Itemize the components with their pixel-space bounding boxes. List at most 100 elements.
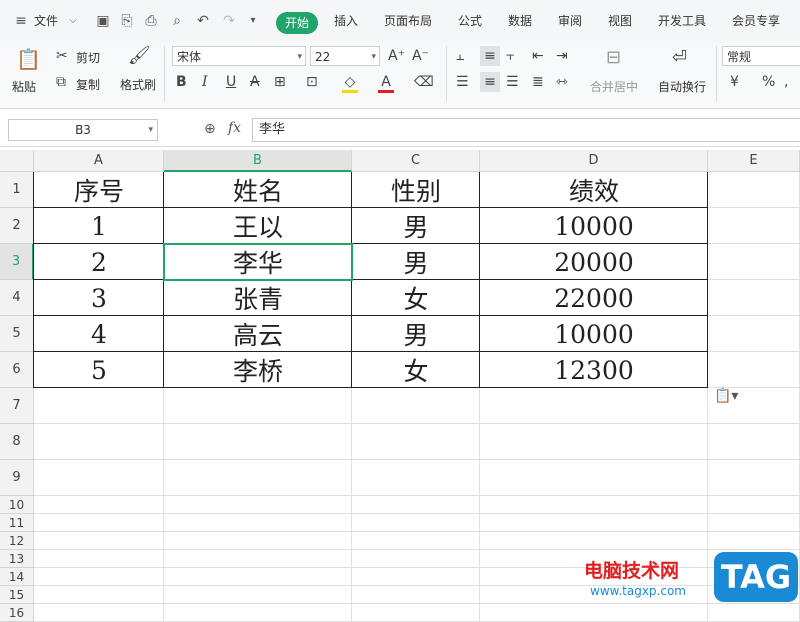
table-cell[interactable]: 女 — [352, 352, 480, 388]
table-cell[interactable]: 10000 — [480, 316, 708, 352]
table-cell[interactable]: 10000 — [480, 208, 708, 244]
underline-icon[interactable]: U — [226, 74, 236, 90]
increase-font-icon[interactable]: A⁺ — [388, 48, 405, 64]
align-center-icon[interactable]: ≡ — [480, 72, 500, 92]
table-cell[interactable]: 姓名 — [164, 172, 352, 208]
merge-center-icon[interactable]: ⊟ — [606, 49, 621, 67]
cut-button[interactable]: 剪切 — [76, 49, 100, 66]
row-header[interactable]: 1 — [0, 172, 34, 208]
scissors-icon[interactable]: ✂ — [56, 48, 68, 64]
row-header[interactable]: 3 — [0, 244, 34, 280]
column-header[interactable]: A — [34, 150, 164, 172]
tab-insert[interactable]: 插入 — [334, 12, 358, 29]
row-header[interactable]: 7 — [0, 388, 34, 424]
table-cell[interactable]: 男 — [352, 316, 480, 352]
wrap-text-icon[interactable]: ⏎ — [672, 49, 687, 67]
row-header[interactable]: 2 — [0, 208, 34, 244]
column-header[interactable]: E — [708, 150, 800, 172]
row-header[interactable]: 6 — [0, 352, 34, 388]
row-header[interactable]: 14 — [0, 568, 34, 586]
tab-member[interactable]: 会员专享 — [732, 12, 780, 29]
table-cell[interactable]: 20000 — [480, 244, 708, 280]
tab-view[interactable]: 视图 — [608, 12, 632, 29]
table-cell[interactable]: 2 — [34, 244, 164, 280]
tab-formulas[interactable]: 公式 — [458, 12, 482, 29]
decrease-font-icon[interactable]: A⁻ — [412, 48, 429, 64]
column-header[interactable]: C — [352, 150, 480, 172]
currency-button[interactable]: ¥ — [730, 74, 739, 90]
row-header[interactable]: 5 — [0, 316, 34, 352]
row-header[interactable]: 4 — [0, 280, 34, 316]
table-cell[interactable]: 4 — [34, 316, 164, 352]
tab-review[interactable]: 审阅 — [558, 12, 582, 29]
column-header[interactable]: D — [480, 150, 708, 172]
strikethrough-icon[interactable]: A — [250, 74, 260, 90]
italic-icon[interactable]: I — [202, 74, 208, 90]
fx-button[interactable]: fx — [228, 120, 241, 136]
print-preview-icon[interactable]: ⌕ — [170, 14, 184, 28]
font-size-select[interactable]: 22 ▾ — [310, 46, 380, 66]
table-cell[interactable]: 绩效 — [480, 172, 708, 208]
align-top-icon[interactable]: ⫠ — [456, 48, 464, 64]
align-bottom-icon[interactable]: ⫟ — [506, 48, 514, 64]
merge-center-button[interactable]: 合并居中 — [590, 78, 638, 95]
row-header[interactable]: 8 — [0, 424, 34, 460]
justify-icon[interactable]: ≣ — [532, 74, 544, 90]
align-middle-icon[interactable]: ≡ — [480, 46, 500, 66]
tab-developer[interactable]: 开发工具 — [658, 12, 706, 29]
row-header[interactable]: 12 — [0, 532, 34, 550]
decrease-indent-icon[interactable]: ⇤ — [532, 48, 544, 64]
redo-icon[interactable]: ↷ — [222, 14, 236, 28]
font-color-icon[interactable]: A — [378, 74, 394, 93]
zoom-icon[interactable]: ⊕ — [204, 121, 216, 137]
font-name-select[interactable]: 宋体 ▾ — [172, 46, 306, 66]
tab-home[interactable]: 开始 — [276, 12, 318, 34]
table-cell[interactable]: 王以 — [164, 208, 352, 244]
export-pdf-icon[interactable]: ⎘ — [120, 14, 134, 28]
formula-input[interactable]: 李华 — [252, 118, 800, 142]
fill-pattern-icon[interactable]: ⊡ — [306, 74, 318, 90]
table-cell[interactable]: 序号 — [34, 172, 164, 208]
menu-file[interactable]: 文件 — [34, 12, 58, 29]
table-cell[interactable]: 女 — [352, 280, 480, 316]
tab-data[interactable]: 数据 — [508, 12, 532, 29]
clear-format-icon[interactable]: ⌫ — [414, 74, 434, 90]
number-format-select[interactable]: 常规 — [722, 46, 800, 66]
align-left-icon[interactable]: ☰ — [456, 74, 469, 90]
copy-button[interactable]: 复制 — [76, 76, 100, 93]
row-header[interactable]: 9 — [0, 460, 34, 496]
table-cell[interactable]: 5 — [34, 352, 164, 388]
table-cell[interactable]: 性别 — [352, 172, 480, 208]
table-cell[interactable]: 李桥 — [164, 352, 352, 388]
paste-options-icon[interactable]: 📋▾ — [714, 388, 738, 404]
quick-access-dropdown-icon[interactable]: ▾ — [246, 14, 260, 28]
table-cell[interactable]: 张青 — [164, 280, 352, 316]
table-cell[interactable]: 高云 — [164, 316, 352, 352]
undo-icon[interactable]: ↶ — [196, 14, 210, 28]
copy-icon[interactable]: ⧉ — [56, 74, 66, 90]
chevron-down-icon[interactable]: ⌵ — [66, 14, 80, 28]
borders-icon[interactable]: ⊞ — [274, 74, 286, 90]
paste-icon[interactable]: 📋 — [16, 48, 41, 70]
distributed-icon[interactable]: ⇿ — [556, 74, 568, 90]
row-header[interactable]: 13 — [0, 550, 34, 568]
table-cell[interactable]: 3 — [34, 280, 164, 316]
column-header[interactable]: B — [164, 150, 352, 172]
row-header[interactable]: 16 — [0, 604, 34, 622]
increase-indent-icon[interactable]: ⇥ — [556, 48, 568, 64]
percent-button[interactable]: % — [762, 74, 775, 90]
table-cell[interactable]: 男 — [352, 208, 480, 244]
paste-button[interactable]: 粘贴 — [12, 78, 36, 95]
table-cell[interactable]: 1 — [34, 208, 164, 244]
table-cell[interactable]: 男 — [352, 244, 480, 280]
format-painter-icon[interactable]: 🖌 — [128, 47, 151, 65]
wrap-text-button[interactable]: 自动换行 — [658, 78, 706, 95]
table-cell[interactable]: 22000 — [480, 280, 708, 316]
thousands-icon[interactable]: , — [784, 74, 788, 90]
table-cell[interactable]: 12300 — [480, 352, 708, 388]
hamburger-icon[interactable]: ≡ — [14, 14, 28, 28]
bold-icon[interactable]: B — [176, 74, 187, 90]
fill-color-icon[interactable]: ◇ — [342, 74, 358, 93]
selected-cell-outline[interactable] — [163, 243, 353, 281]
tab-page-layout[interactable]: 页面布局 — [384, 12, 432, 29]
